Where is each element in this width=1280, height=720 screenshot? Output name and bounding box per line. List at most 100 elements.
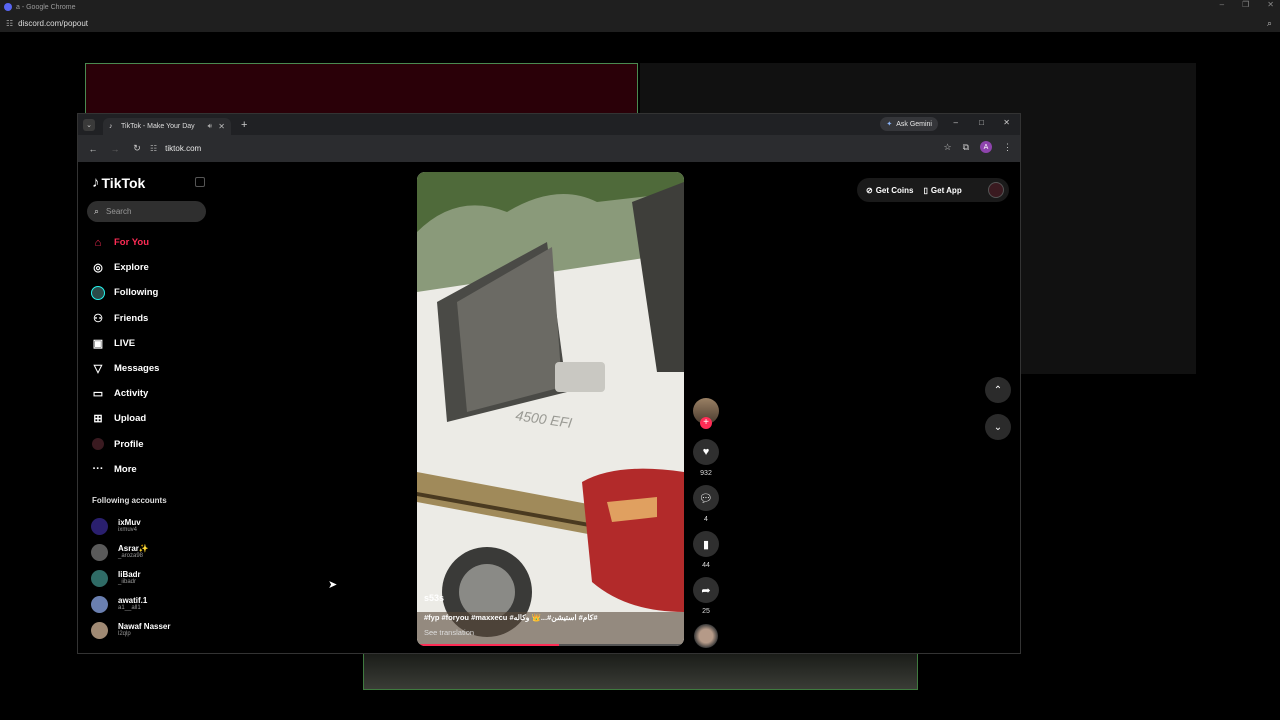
collapse-sidebar-icon[interactable] bbox=[195, 177, 205, 187]
omnibox-url[interactable]: tiktok.com bbox=[165, 144, 201, 153]
close-icon[interactable]: ✕ bbox=[1003, 118, 1010, 127]
follow-plus-icon[interactable]: + bbox=[700, 417, 712, 429]
account-item[interactable]: IiBadr _iibadr bbox=[91, 565, 170, 591]
forward-icon[interactable]: → bbox=[108, 144, 122, 154]
video-progress-fill bbox=[417, 644, 559, 646]
next-video-button[interactable]: ⌄ bbox=[985, 414, 1011, 440]
save-count: 44 bbox=[702, 562, 710, 569]
account-handle: a1__all1 bbox=[118, 605, 141, 611]
music-disc-icon[interactable] bbox=[694, 624, 718, 648]
speaker-icon[interactable]: 🔊︎ bbox=[208, 123, 212, 131]
account-item[interactable]: ixMuv ixmuv4 bbox=[91, 513, 170, 539]
tiktok-logo[interactable]: ♪ TikTok bbox=[92, 174, 145, 191]
cast-icon[interactable]: ⧉ bbox=[963, 142, 969, 153]
messages-icon: ▽ bbox=[93, 363, 103, 376]
tab-tiktok[interactable]: ♪ TikTok - Make Your Day 🔊︎ ✕ bbox=[103, 118, 231, 135]
sidebar-item-label: Messages bbox=[114, 363, 160, 375]
video-actions: + ♥ 932 💬︎ 4 ▮ 44 ➦ 25 bbox=[692, 398, 720, 648]
zoom-icon[interactable]: ⌕ bbox=[1267, 18, 1272, 29]
following-accounts-list: ixMuv ixmuv4 Asrar✨ _aroza98 IiBadr _iibadr… bbox=[91, 513, 170, 643]
avatar bbox=[91, 543, 108, 561]
minimize-icon[interactable]: – bbox=[954, 118, 958, 127]
sidebar-item-for-you[interactable]: ⌂ For You bbox=[91, 230, 159, 255]
search-input[interactable]: ⌕ Search bbox=[87, 201, 206, 222]
ask-gemini-label: Ask Gemini bbox=[896, 120, 932, 128]
tab-close-icon[interactable]: ✕ bbox=[218, 122, 225, 131]
discord-favicon-icon bbox=[4, 3, 12, 11]
site-info-icon[interactable]: ☷ bbox=[150, 144, 157, 153]
get-app-button[interactable]: ▯ Get App bbox=[923, 186, 961, 195]
reload-icon[interactable]: ↻ bbox=[130, 143, 144, 154]
share-button[interactable]: ➦ bbox=[693, 577, 719, 603]
toolbar-actions: ☆ ⧉ A ⋮ bbox=[943, 141, 1012, 153]
phone-icon: ▯ bbox=[923, 185, 928, 195]
creator-avatar[interactable]: + bbox=[693, 398, 719, 429]
save-button[interactable]: ▮ bbox=[693, 531, 719, 557]
close-icon[interactable]: ✕ bbox=[1267, 0, 1274, 9]
avatar bbox=[91, 595, 108, 613]
sidebar-item-label: LIVE bbox=[114, 337, 136, 349]
friends-icon: ⚇ bbox=[93, 312, 103, 325]
omnibox[interactable]: ☷ tiktok.com bbox=[150, 144, 201, 153]
mouse-cursor-icon: ➤ bbox=[328, 579, 338, 591]
sidebar-item-upload[interactable]: ⊞ Upload bbox=[91, 406, 159, 431]
sidebar-nav: ⌂ For You ◎ Explore Following ⚇ Friends ▣ LI… bbox=[91, 230, 159, 482]
video-frame-image: 4500 EFI bbox=[417, 172, 684, 646]
browser-toolbar: ← → ↻ ☷ tiktok.com ☆ ⧉ A ⋮ bbox=[78, 135, 1020, 162]
comment-count: 4 bbox=[704, 516, 708, 523]
profile-avatar[interactable]: A bbox=[980, 141, 992, 153]
video-player[interactable]: 4500 EFI s53s #fyp #foryou #maxxecu #كام… bbox=[417, 172, 684, 646]
following-accounts-heading: Following accounts bbox=[92, 496, 167, 505]
tiktok-page: ♪ TikTok ⌕ Search ⌂ For You ◎ Explore Foll… bbox=[78, 162, 1020, 653]
previous-video-button[interactable]: ⌃ bbox=[985, 377, 1011, 403]
tiktok-favicon-icon: ♪ bbox=[109, 123, 113, 130]
video-username[interactable]: s53s bbox=[424, 593, 444, 603]
coin-icon: ⊘ bbox=[866, 185, 873, 195]
home-icon: ⌂ bbox=[94, 236, 102, 249]
account-item[interactable]: awatif.1 a1__all1 bbox=[91, 591, 170, 617]
ask-gemini-button[interactable]: ✦ Ask Gemini bbox=[880, 117, 938, 131]
get-coins-label: Get Coins bbox=[875, 185, 914, 195]
maximize-icon[interactable]: □ bbox=[979, 118, 984, 127]
outer-url[interactable]: discord.com/popout bbox=[18, 19, 88, 28]
menu-dots-icon[interactable]: ⋮ bbox=[1003, 142, 1012, 153]
gemini-spark-icon: ✦ bbox=[886, 121, 893, 128]
back-icon[interactable]: ← bbox=[86, 144, 100, 154]
account-handle: _iibadr bbox=[118, 579, 137, 585]
restore-icon[interactable]: ❐ bbox=[1242, 0, 1249, 9]
sidebar-item-live[interactable]: ▣ LIVE bbox=[91, 331, 159, 356]
sidebar-item-profile[interactable]: Profile bbox=[91, 432, 159, 457]
account-name: IiBadr bbox=[118, 570, 141, 579]
bookmark-star-icon[interactable]: ☆ bbox=[943, 142, 951, 153]
avatar bbox=[91, 569, 108, 587]
get-coins-button[interactable]: ⊘ Get Coins bbox=[866, 186, 913, 195]
sidebar-item-activity[interactable]: ▭ Activity bbox=[91, 381, 159, 406]
minimize-icon[interactable]: – bbox=[1220, 0, 1224, 9]
stream-panel-bottom bbox=[363, 652, 918, 690]
upload-icon: ⊞ bbox=[93, 413, 103, 426]
account-name: Nawaf Nasser bbox=[118, 622, 171, 631]
tab-title: TikTok - Make Your Day bbox=[121, 123, 195, 130]
like-button[interactable]: ♥ bbox=[693, 439, 719, 465]
user-avatar[interactable] bbox=[988, 182, 1004, 198]
sidebar-item-explore[interactable]: ◎ Explore bbox=[91, 255, 159, 280]
account-item[interactable]: Nawaf Nasser l2qlp bbox=[91, 617, 170, 643]
sidebar-item-more[interactable]: ··· More bbox=[91, 457, 159, 482]
site-info-icon[interactable]: ☷ bbox=[6, 19, 13, 28]
outer-window-controls: – ❐ ✕ bbox=[1220, 0, 1274, 9]
video-progress-bar[interactable] bbox=[417, 644, 684, 646]
stream-panel-top bbox=[85, 63, 638, 115]
sidebar-item-following[interactable]: Following bbox=[91, 280, 159, 305]
tab-search-icon[interactable]: ⌄ bbox=[83, 118, 95, 131]
sidebar-item-friends[interactable]: ⚇ Friends bbox=[91, 306, 159, 331]
sidebar-item-messages[interactable]: ▽ Messages bbox=[91, 356, 160, 381]
account-item[interactable]: Asrar✨ _aroza98 bbox=[91, 539, 170, 565]
chevron-down-icon: ⌄ bbox=[993, 421, 1003, 433]
following-avatar-icon bbox=[91, 285, 105, 300]
account-handle: l2qlp bbox=[118, 631, 131, 637]
see-translation-link[interactable]: See translation bbox=[424, 628, 474, 637]
account-handle: _aroza98 bbox=[118, 553, 144, 559]
new-tab-icon[interactable]: + bbox=[241, 119, 247, 131]
heart-icon: ♥ bbox=[702, 446, 710, 458]
comment-button[interactable]: 💬︎ bbox=[693, 485, 719, 511]
